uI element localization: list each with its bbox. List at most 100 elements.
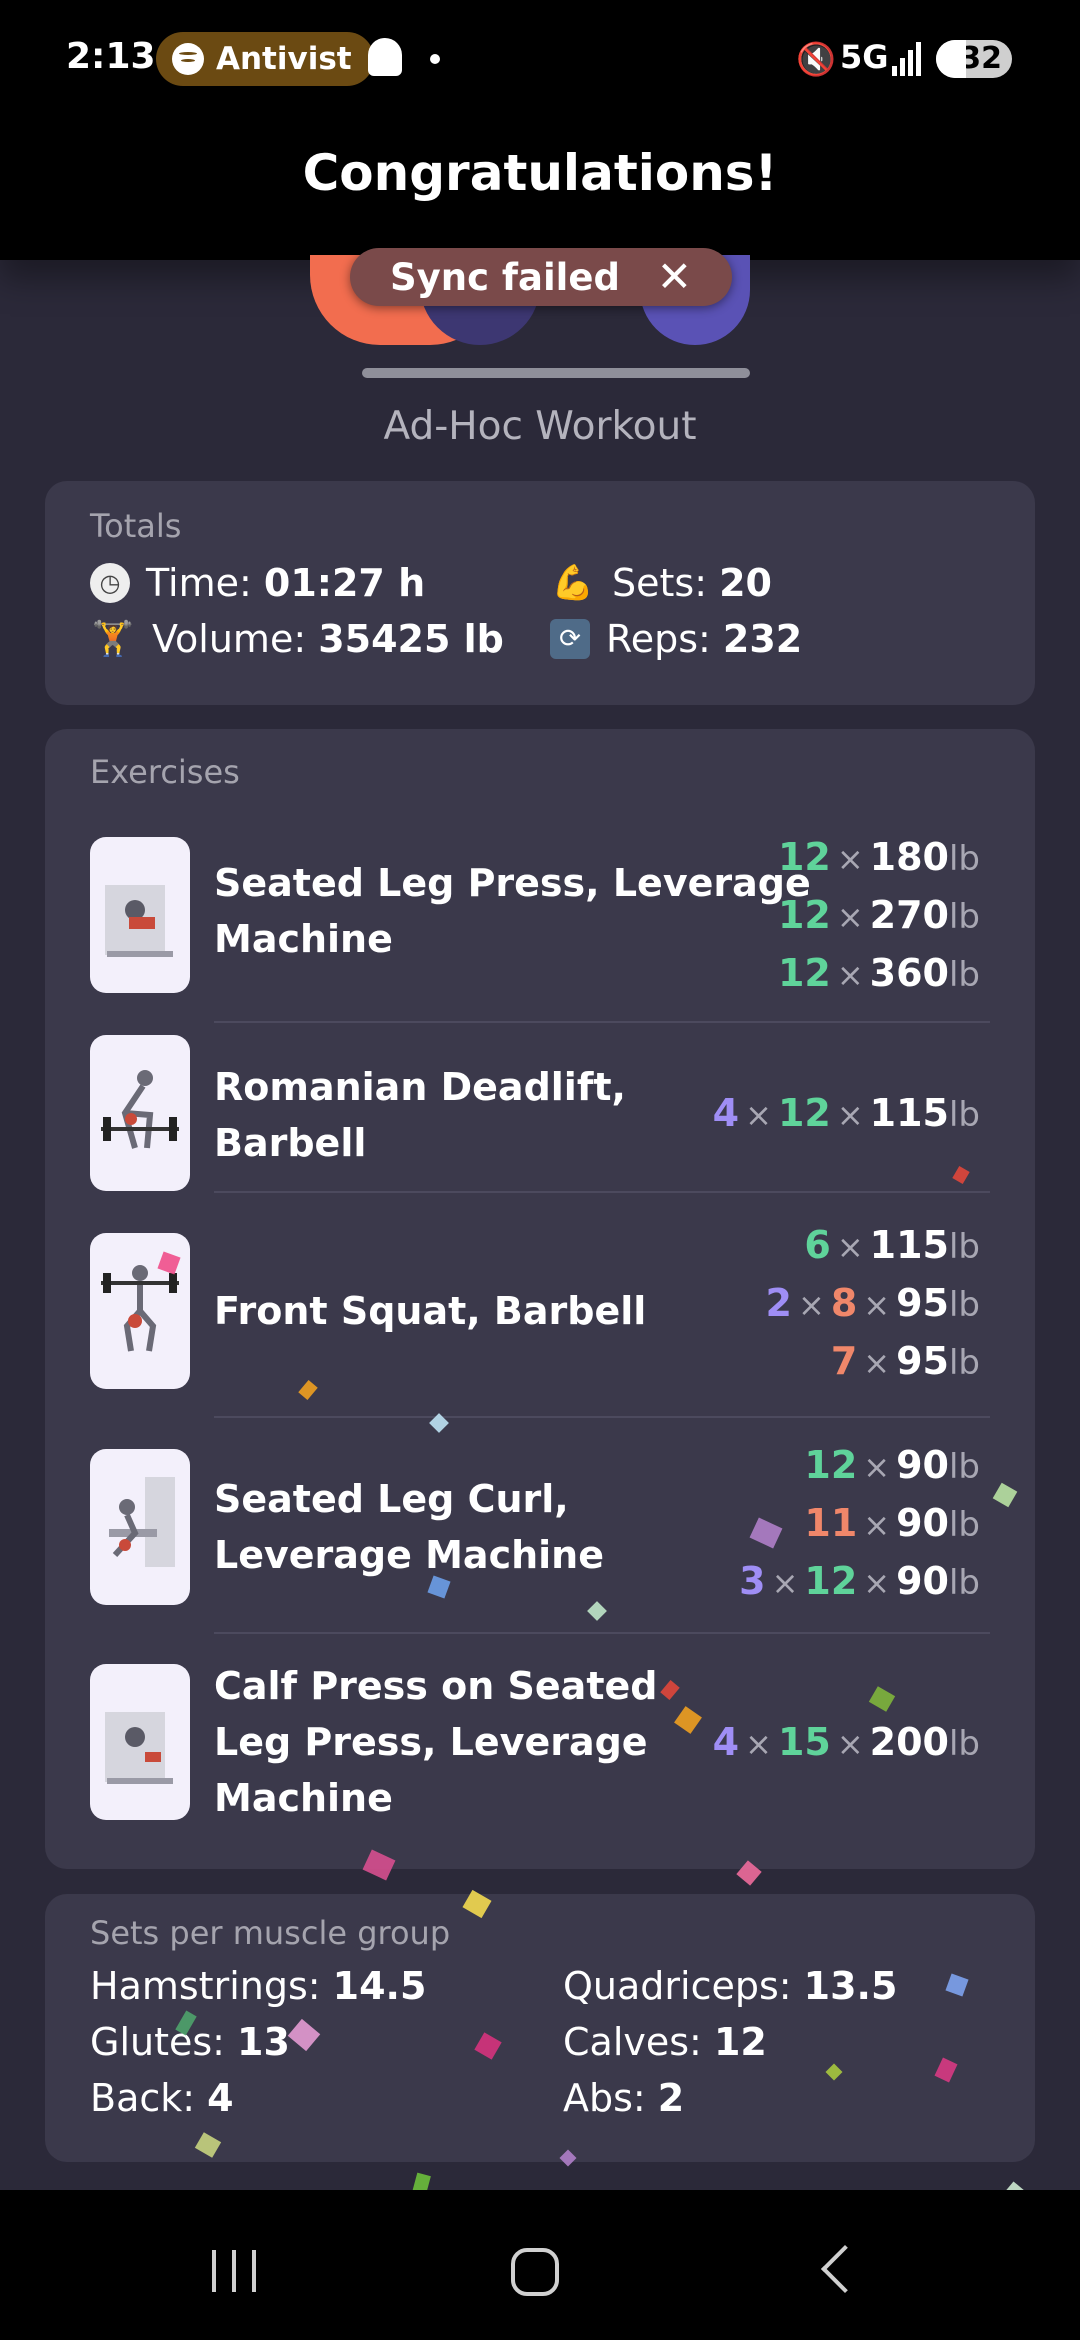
page-title: Congratulations! (302, 144, 778, 202)
set-weight: 200 (869, 1720, 949, 1764)
clock-icon: ◷ (90, 563, 130, 603)
set-count: 4 (712, 1091, 740, 1135)
weight-unit: lb (948, 1227, 980, 1267)
flexed-bicep-icon: 💪 (551, 563, 595, 603)
times-sign: × (771, 1564, 799, 1602)
exercise-name-line: Seated Leg Press, Leverage (214, 861, 811, 905)
exercise-name: Seated Leg Press, Leverage Machine (214, 855, 811, 967)
media-app-label: Antivist (216, 41, 352, 77)
weight-unit: lb (948, 839, 980, 879)
set-line: 11 × 90lb (739, 1495, 980, 1553)
weight-unit: lb (948, 1563, 980, 1603)
exercise-name-line: Calf Press on Seated (214, 1664, 658, 1708)
exercise-name: Seated Leg Curl, Leverage Machine (214, 1471, 604, 1583)
set-reps: 12 (777, 835, 831, 879)
exercise-sets: 6 × 115lb 2 × 8 × 95lb 7 × 95lb (766, 1217, 980, 1391)
exercise-row[interactable]: Front Squat, Barbell 6 × 115lb 2 × 8 × 95lb 7 ×… (45, 1223, 1035, 1393)
battery-indicator: 32 (936, 40, 1012, 78)
weight-unit: lb (948, 1447, 980, 1487)
set-reps: 8 (830, 1281, 858, 1325)
set-line: 2 × 8 × 95lb (766, 1275, 980, 1333)
times-sign: × (798, 1286, 825, 1324)
exercise-name: Romanian Deadlift, Barbell (214, 1059, 626, 1171)
exercise-name: Calf Press on Seated Leg Press, Leverage… (214, 1658, 657, 1826)
workout-name: Ad-Hoc Workout (383, 404, 697, 449)
divider (214, 1632, 990, 1634)
set-reps: 12 (777, 951, 831, 995)
exercise-row[interactable]: Seated Leg Press, Leverage Machine 12 × 18… (45, 835, 1035, 997)
times-sign: × (836, 956, 864, 994)
muscle-group-label: Back: (90, 2076, 208, 2120)
set-line: 6 × 115lb (766, 1217, 980, 1275)
times-sign: × (863, 1564, 891, 1602)
set-weight: 360 (869, 951, 949, 995)
muscle-groups-title: Sets per muscle group (90, 1914, 451, 1952)
totals-card: Totals ◷ Time: 01:27 h 💪 Sets: 20 🏋 Volu… (45, 481, 1035, 705)
set-weight: 90 (896, 1559, 949, 1603)
set-reps: 12 (804, 1559, 858, 1603)
muscle-group-value: 4 (207, 2076, 234, 2120)
exercise-thumbnail (90, 837, 190, 993)
total-volume: 🏋 Volume: 35425 lb (90, 617, 504, 661)
weightlifter-icon: 🏋 (91, 619, 135, 659)
exercises-title: Exercises (90, 753, 240, 791)
muscle-group-item: Hamstrings: 14.5 (90, 1964, 426, 2008)
exercise-row[interactable]: Seated Leg Curl, Leverage Machine 12 × 90l… (45, 1443, 1035, 1609)
times-sign: × (836, 1228, 864, 1266)
times-sign: × (745, 1096, 772, 1134)
times-sign: × (863, 1506, 891, 1544)
sync-status-text: Sync failed (390, 255, 620, 299)
muscle-group-value: 13.5 (803, 1964, 898, 2008)
set-line: 12 × 270lb (778, 887, 980, 945)
recent-apps-icon[interactable] (212, 2250, 256, 2292)
total-reps-label: Reps: (606, 617, 723, 661)
set-line: 12 × 360lb (778, 945, 980, 1003)
deadlift-barbell-icon (101, 1070, 179, 1149)
set-reps: 6 (804, 1223, 831, 1267)
spotify-icon (172, 43, 204, 75)
status-bar: 2:13 Antivist 🔇 5G 32 (0, 0, 1080, 120)
weight-unit: lb (948, 1724, 980, 1764)
times-sign: × (836, 1725, 864, 1763)
set-weight: 270 (869, 893, 949, 937)
times-sign: × (836, 840, 864, 878)
total-volume-value: 35425 lb (318, 617, 504, 661)
set-reps: 12 (777, 1091, 831, 1135)
media-playing-chip[interactable]: Antivist (156, 32, 374, 86)
set-weight: 115 (869, 1223, 949, 1267)
total-time-label: Time: (146, 561, 264, 605)
divider (214, 1191, 990, 1193)
set-reps: 15 (777, 1720, 831, 1764)
times-sign: × (863, 1286, 891, 1324)
muscle-group-item: Quadriceps: 13.5 (563, 1964, 897, 2008)
sync-failed-toast[interactable]: Sync failed ✕ (350, 248, 732, 306)
total-reps: ⟳ Reps: 232 (550, 617, 802, 661)
exercise-name-line: Leverage Machine (214, 1533, 605, 1577)
calf-press-machine-icon (105, 1712, 173, 1784)
muscle-group-label: Quadriceps: (563, 1964, 804, 2008)
muscle-group-item: Back: 4 (90, 2076, 234, 2120)
exercise-name: Front Squat, Barbell (214, 1283, 646, 1339)
back-icon[interactable] (820, 2244, 870, 2294)
exercise-name-line: Romanian Deadlift, (214, 1065, 626, 1109)
leg-curl-machine-icon (109, 1477, 175, 1567)
set-weight: 95 (896, 1339, 949, 1383)
set-line: 3 × 12 × 90lb (739, 1553, 980, 1611)
close-icon[interactable]: ✕ (657, 256, 692, 298)
total-time-value: 01:27 h (263, 561, 426, 605)
set-weight: 115 (869, 1091, 949, 1135)
total-sets-label: Sets: (612, 561, 720, 605)
muscle-group-label: Glutes: (90, 2020, 238, 2064)
home-icon[interactable] (511, 2248, 559, 2296)
exercise-row[interactable]: Romanian Deadlift, Barbell 4 × 12 × 115lb (45, 1035, 1035, 1195)
mute-icon: 🔇 (796, 40, 836, 78)
exercise-name-line: Barbell (214, 1121, 367, 1165)
exercise-sets: 12 × 90lb 11 × 90lb 3 × 12 × 90lb (739, 1437, 980, 1611)
times-sign: × (836, 898, 864, 936)
totals-title: Totals (90, 507, 182, 545)
exercise-row[interactable]: Calf Press on Seated Leg Press, Leverage… (45, 1664, 1035, 1834)
set-line: 7 × 95lb (766, 1333, 980, 1391)
muscle-group-label: Hamstrings: (90, 1964, 333, 2008)
muscle-group-item: Calves: 12 (563, 2020, 767, 2064)
set-weight: 90 (896, 1501, 949, 1545)
